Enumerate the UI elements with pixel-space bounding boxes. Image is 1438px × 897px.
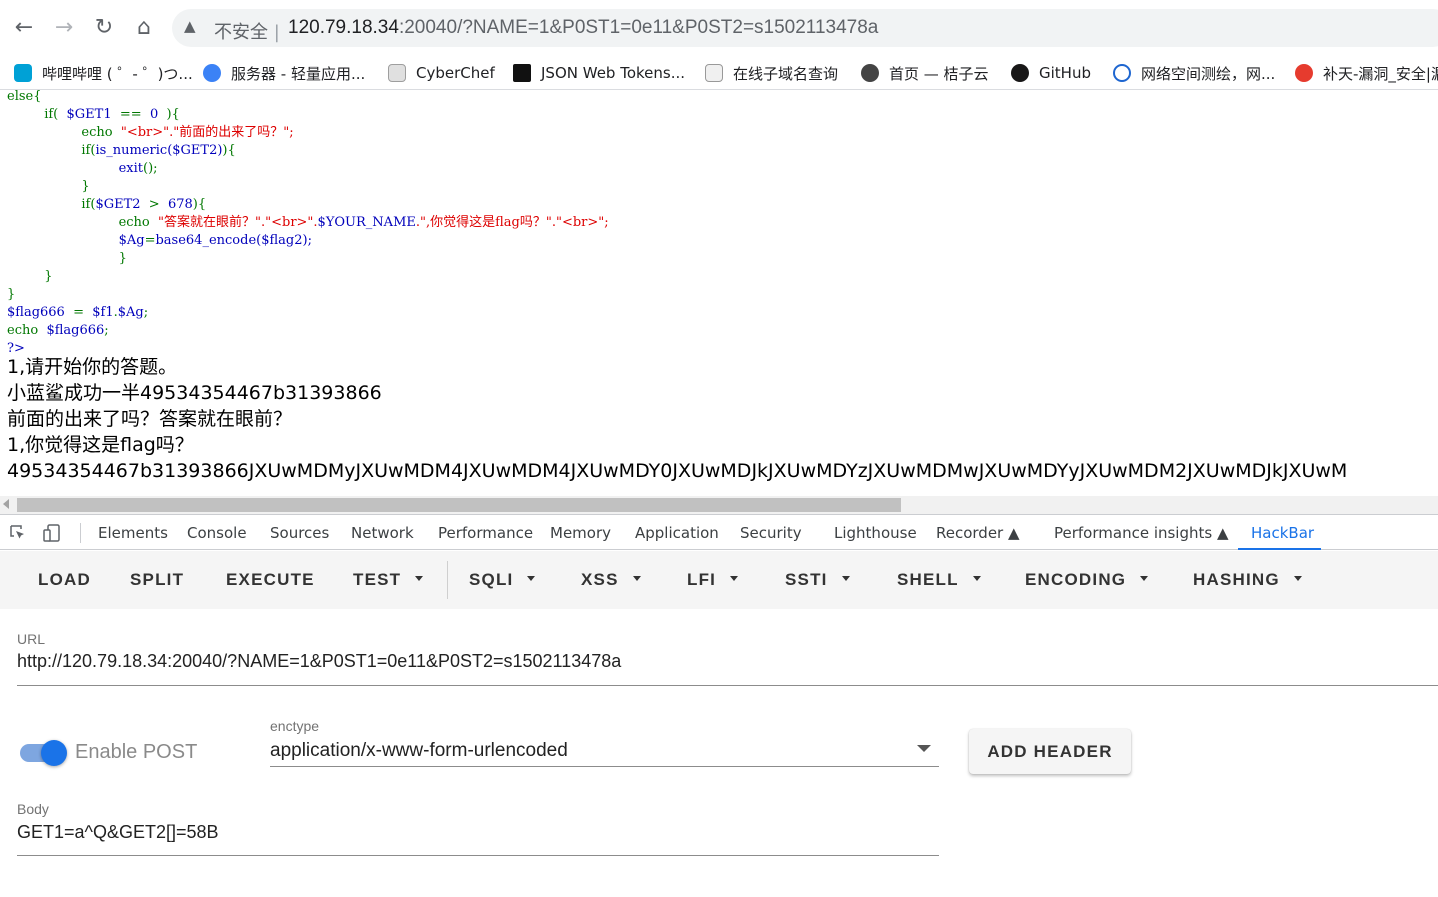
url-text[interactable]: 120.79.18.34:20040/?NAME=1&P0ST1=0e11&P0… <box>288 17 878 39</box>
encoding-menu-button[interactable]: ENCODING <box>1025 570 1149 590</box>
output-line: 小蓝鲨成功一半49534354467b31393866 <box>7 382 382 404</box>
caret-down-icon <box>1140 576 1149 582</box>
bilibili-icon <box>14 64 32 82</box>
bookmarks-bar: 哔哩哔哩 ( ゜- ゜)つ... 服务器 - 轻量应用... CyberChef… <box>0 56 1438 90</box>
enctype-select[interactable]: application/x-www-form-urlencoded <box>270 740 568 762</box>
body-field-underline <box>17 855 939 856</box>
page-content: else{ if( $GET1 == 0 ){ echo "<br>"."前面的… <box>0 90 1438 496</box>
xss-menu-button[interactable]: XSS <box>581 570 641 590</box>
inspect-element-icon[interactable] <box>8 523 28 543</box>
caret-down-icon <box>632 576 641 582</box>
dropdown-arrow-icon[interactable] <box>917 745 931 752</box>
cloud-icon <box>203 64 221 82</box>
bookmark-cyberspace[interactable]: 网络空间测绘，网... <box>1113 60 1275 86</box>
execute-button[interactable]: EXECUTE <box>226 570 315 590</box>
scrollbar-thumb[interactable] <box>17 498 901 512</box>
tab-security[interactable]: Security <box>740 524 802 542</box>
reload-icon[interactable]: ↻ <box>90 14 118 42</box>
toolbar-divider <box>447 561 448 599</box>
tab-console[interactable]: Console <box>187 524 247 542</box>
scroll-left-icon[interactable] <box>3 499 9 509</box>
devtools-tabbar: Elements Console Sources Network Perform… <box>0 514 1438 550</box>
warning-triangle-icon[interactable]: ▲ <box>184 17 196 35</box>
bookmark-butian[interactable]: 补天-漏洞_安全|漏 <box>1295 60 1438 86</box>
browser-toolbar: ← → ↻ ⌂ ▲ 不安全 | 120.79.18.34:20040/?NAME… <box>0 0 1438 56</box>
bookmark-juziyun[interactable]: 首页 — 桔子云 <box>861 60 989 86</box>
caret-down-icon <box>527 576 536 582</box>
tab-performance-insights[interactable]: Performance insights ▲ <box>1054 524 1229 542</box>
body-label: Body <box>17 801 49 817</box>
url-field[interactable]: http://120.79.18.34:20040/?NAME=1&P0ST1=… <box>17 651 621 672</box>
tab-performance[interactable]: Performance <box>438 524 533 542</box>
home-icon[interactable]: ⌂ <box>130 14 158 42</box>
output-line: 49534354467b31393866JXUwMDMyJXUwMDM4JXUw… <box>7 460 1348 482</box>
tab-hackbar[interactable]: HackBar <box>1251 524 1314 542</box>
tab-separator <box>80 523 81 543</box>
juziyun-icon <box>861 64 879 82</box>
url-label: URL <box>17 631 46 647</box>
tab-sources[interactable]: Sources <box>270 524 329 542</box>
bookmark-bilibili[interactable]: 哔哩哔哩 ( ゜- ゜)つ... <box>14 60 193 86</box>
flask-icon: ▲ <box>1216 524 1229 542</box>
flask-icon: ▲ <box>1008 524 1020 542</box>
load-button[interactable]: LOAD <box>38 570 91 590</box>
insecure-label[interactable]: 不安全 | <box>214 18 280 44</box>
caret-down-icon <box>1293 576 1302 582</box>
body-field[interactable]: GET1=a^Q&GET2[]=58B <box>17 822 219 843</box>
tab-elements[interactable]: Elements <box>98 524 168 542</box>
caret-down-icon <box>415 576 424 582</box>
cat-icon <box>705 64 723 82</box>
back-arrow-icon[interactable]: ← <box>10 14 38 42</box>
horizontal-scrollbar[interactable] <box>0 496 1438 514</box>
hackbar-toolbar: LOAD SPLIT EXECUTE TEST SQLI XSS LFI SST… <box>0 551 1438 609</box>
shell-menu-button[interactable]: SHELL <box>897 570 981 590</box>
tab-application[interactable]: Application <box>635 524 719 542</box>
lfi-menu-button[interactable]: LFI <box>687 570 739 590</box>
add-header-button[interactable]: ADD HEADER <box>969 729 1131 774</box>
bookmark-server[interactable]: 服务器 - 轻量应用... <box>203 60 365 86</box>
enctype-underline <box>270 766 939 767</box>
enable-post-toggle-knob[interactable] <box>41 740 67 766</box>
tab-network[interactable]: Network <box>351 524 414 542</box>
address-bar[interactable]: ▲ 不安全 | 120.79.18.34:20040/?NAME=1&P0ST1… <box>172 9 1438 47</box>
tab-memory[interactable]: Memory <box>550 524 611 542</box>
tab-lighthouse[interactable]: Lighthouse <box>834 524 917 542</box>
enable-post-label: Enable POST <box>75 741 198 763</box>
url-field-underline <box>17 685 1438 686</box>
bookmark-cyberchef[interactable]: CyberChef <box>388 60 495 86</box>
fofa-icon <box>1113 64 1131 82</box>
test-menu-button[interactable]: TEST <box>353 570 424 590</box>
tab-recorder[interactable]: Recorder ▲ <box>936 524 1020 542</box>
output-line: 1,你觉得这是flag吗？ <box>7 434 194 456</box>
caret-down-icon <box>730 576 739 582</box>
sqli-menu-button[interactable]: SQLI <box>469 570 536 590</box>
hashing-menu-button[interactable]: HASHING <box>1193 570 1302 590</box>
enctype-label: enctype <box>270 718 320 734</box>
active-tab-indicator <box>1238 548 1321 550</box>
page-output: 1,请开始你的答题。 小蓝鲨成功一半49534354467b31393866 前… <box>7 354 1347 484</box>
forward-arrow-icon[interactable]: → <box>50 14 78 42</box>
bookmark-subdomain[interactable]: 在线子域名查询 <box>705 60 838 86</box>
github-icon <box>1011 64 1029 82</box>
butian-star-icon <box>1295 64 1313 82</box>
ssti-menu-button[interactable]: SSTI <box>785 570 850 590</box>
device-toolbar-icon[interactable] <box>42 523 62 543</box>
output-line: 前面的出来了吗？答案就在眼前？ <box>7 408 293 430</box>
output-line: 1,请开始你的答题。 <box>7 356 178 378</box>
bookmark-jwt[interactable]: JSON Web Tokens... <box>513 60 685 86</box>
caret-down-icon <box>841 576 850 582</box>
caret-down-icon <box>972 576 981 582</box>
bookmark-github[interactable]: GitHub <box>1011 60 1091 86</box>
php-source-code: else{ if( $GET1 == 0 ){ echo "<br>"."前面的… <box>7 90 609 356</box>
chef-hat-icon <box>388 64 406 82</box>
jwt-icon <box>513 64 531 82</box>
split-button[interactable]: SPLIT <box>130 570 184 590</box>
